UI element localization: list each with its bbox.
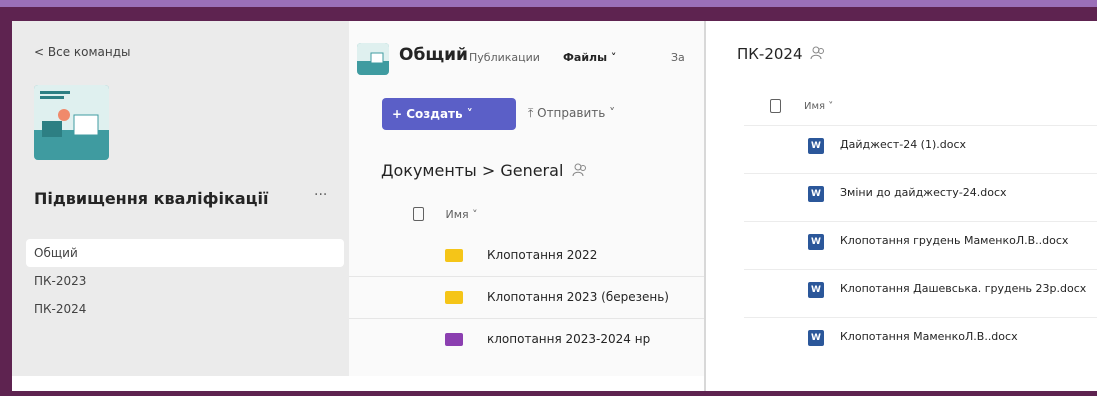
list-item[interactable]: W Клопотання Дашевська. грудень 23р.docx xyxy=(744,269,1097,310)
list-item[interactable]: клопотання 2023-2024 нр xyxy=(349,319,704,361)
list-item[interactable]: Клопотання 2023 (березень) xyxy=(349,277,704,319)
folder-icon xyxy=(445,333,463,346)
files-panel: Общий Публикации Файлы ˅ За + Создать ˅ … xyxy=(349,21,704,376)
folder-icon xyxy=(445,249,463,262)
channel-files-panel: ПК-2024 Имя ˅ W Дайджест-24 (1).docx W З… xyxy=(704,21,1097,391)
name-column-header[interactable]: Имя ˅ xyxy=(804,101,833,112)
breadcrumb: Документы > General xyxy=(381,161,588,180)
channel-title-text: ПК-2024 xyxy=(737,45,803,63)
word-doc-icon: W xyxy=(808,186,824,202)
file-type-icon xyxy=(770,99,781,113)
all-teams-link[interactable]: < Все команды xyxy=(34,45,131,59)
word-doc-icon: W xyxy=(808,330,824,346)
folder-name: клопотання 2023-2024 нр xyxy=(487,332,651,346)
bottom-area xyxy=(12,376,704,391)
list-item[interactable]: W Дайджест-24 (1).docx xyxy=(744,125,1097,166)
list-item[interactable]: Клопотання 2022 xyxy=(349,235,704,277)
team-sidebar: < Все команды Підвищення кваліфікації ··… xyxy=(12,21,349,376)
word-doc-icon: W xyxy=(808,282,824,298)
name-column-header[interactable]: Имя ˅ xyxy=(413,207,478,221)
team-icon xyxy=(357,43,389,75)
list-item[interactable]: W Зміни до дайджесту-24.docx xyxy=(744,173,1097,214)
channel-label: ПК-2023 xyxy=(34,274,87,288)
folder-name: Клопотання 2023 (березень) xyxy=(487,290,669,304)
list-item[interactable]: W Клопотання грудень МаменкоЛ.В..docx xyxy=(744,221,1097,262)
folder-name: Клопотання 2022 xyxy=(487,248,598,262)
channel-title: ПК-2024 xyxy=(737,45,826,63)
channel-label: ПК-2024 xyxy=(34,302,87,316)
channel-label: Общий xyxy=(34,246,78,260)
group-icon xyxy=(810,46,825,60)
window-frame: < Все команды Підвищення кваліфікації ··… xyxy=(0,7,1097,396)
channel-pk-2023[interactable]: ПК-2023 xyxy=(26,267,344,295)
word-doc-icon: W xyxy=(808,234,824,250)
word-doc-icon: W xyxy=(808,138,824,154)
folder-icon xyxy=(445,291,463,304)
breadcrumb-text[interactable]: Документы > General xyxy=(381,161,563,180)
more-options-button[interactable]: ··· xyxy=(314,187,327,203)
channel-title: Общий xyxy=(399,45,468,65)
create-button[interactable]: + Создать ˅ xyxy=(382,98,516,130)
file-name: Зміни до дайджесту-24.docx xyxy=(840,186,1007,199)
file-name: Дайджест-24 (1).docx xyxy=(840,138,967,151)
file-name: Клопотання грудень МаменкоЛ.В..docx xyxy=(840,234,1069,247)
tab-files[interactable]: Файлы ˅ xyxy=(563,51,616,64)
column-name-label: Имя ˅ xyxy=(445,208,478,221)
team-name: Підвищення кваліфікації xyxy=(34,189,269,208)
tab-more[interactable]: За xyxy=(671,51,685,64)
upload-button[interactable]: ⤒ Отправить ˅ xyxy=(528,106,615,121)
team-avatar xyxy=(34,85,109,160)
list-item[interactable]: W Клопотання МаменкоЛ.В..docx xyxy=(744,317,1097,358)
file-type-icon xyxy=(413,207,424,221)
file-name: Клопотання МаменкоЛ.В..docx xyxy=(840,330,1018,343)
divider xyxy=(704,21,706,391)
group-icon xyxy=(572,163,587,177)
teams-window: < Все команды Підвищення кваліфікації ··… xyxy=(12,21,1097,391)
channel-pk-2024[interactable]: ПК-2024 xyxy=(26,295,344,323)
file-name: Клопотання Дашевська. грудень 23р.docx xyxy=(840,282,1087,295)
channel-general[interactable]: Общий xyxy=(26,239,344,267)
tab-posts[interactable]: Публикации xyxy=(469,51,540,64)
